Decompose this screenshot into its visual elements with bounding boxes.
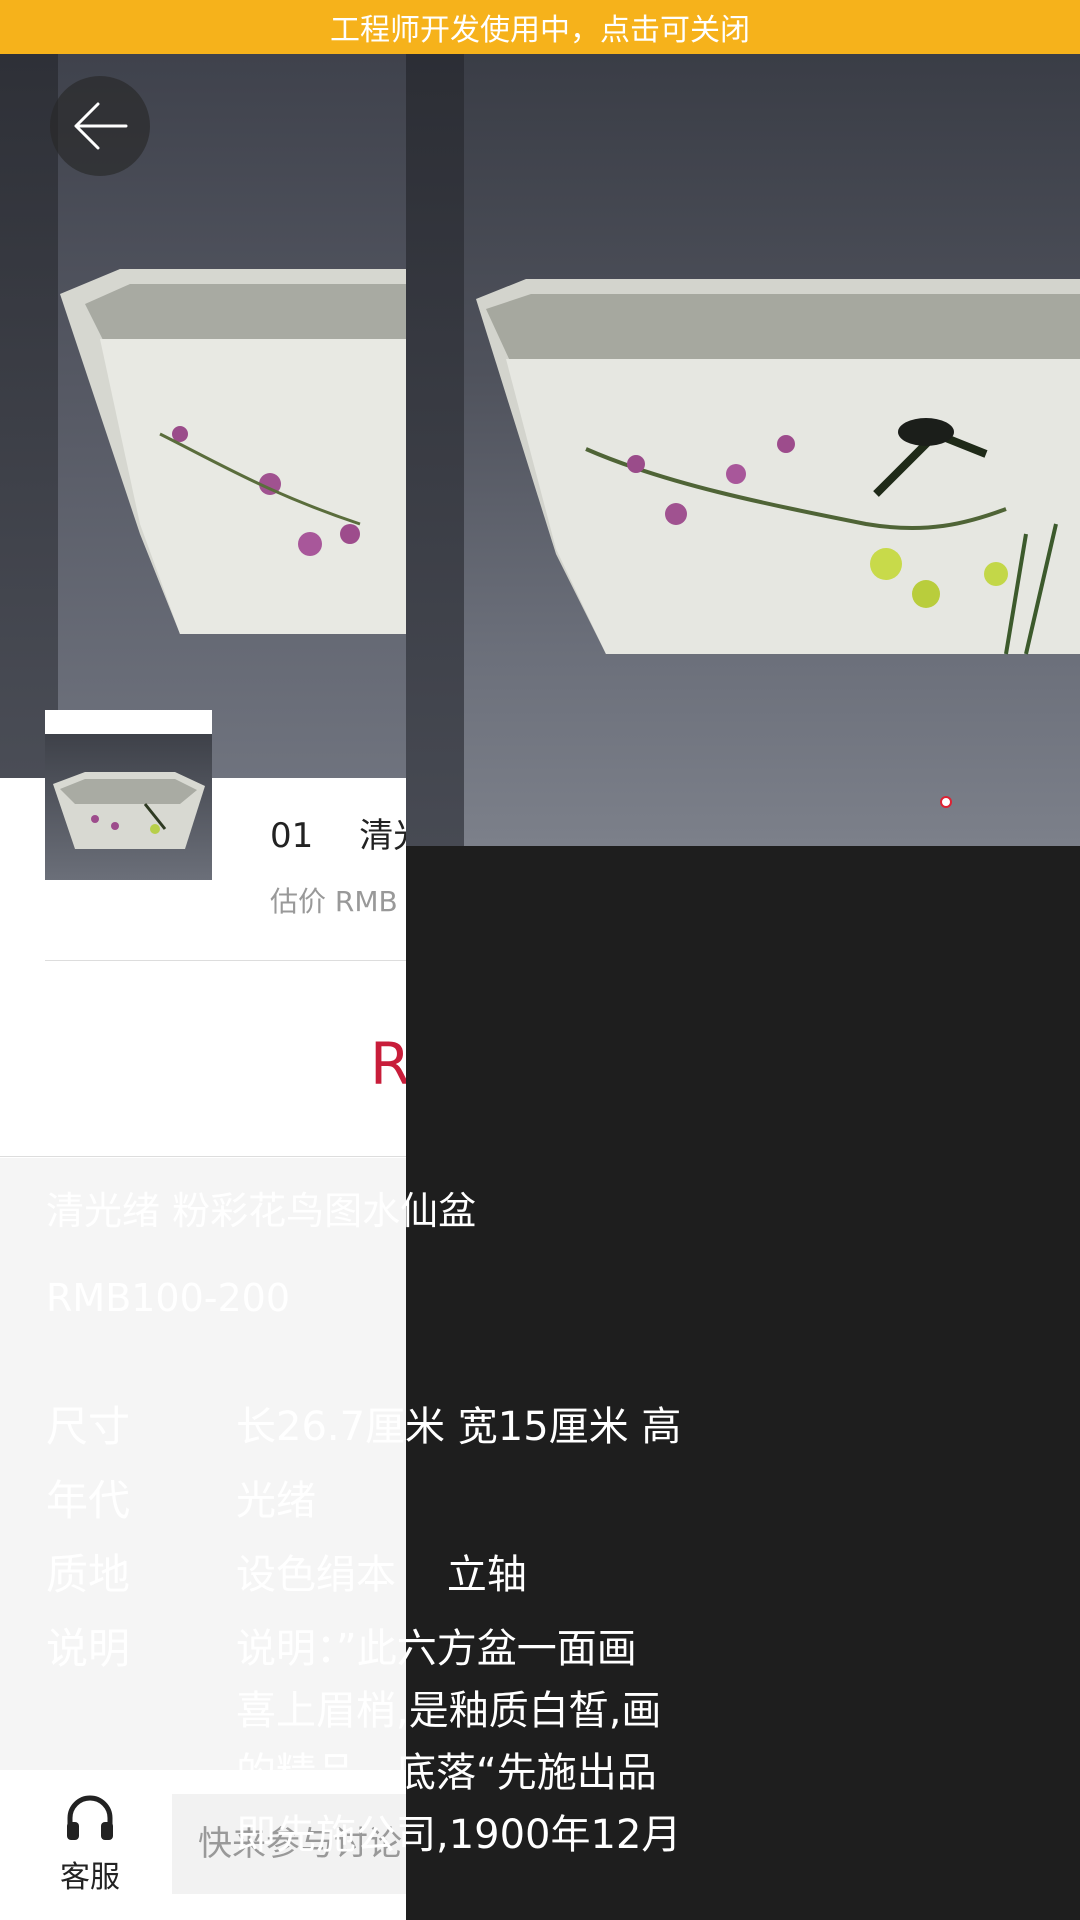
dev-mode-banner[interactable]: 工程师开发使用中，点击可关闭 [0, 0, 1080, 54]
thumbnail-basin-image [53, 772, 205, 849]
detail-lot-number: 01 [46, 1088, 95, 1132]
dev-banner-text: 工程师开发使用中，点击可关闭 [330, 13, 750, 48]
spec-value: 光绪 [236, 1478, 316, 1524]
spec-key: 年代 [46, 1476, 131, 1525]
spec-key: 说明 [46, 1624, 131, 1673]
description-line: 喜上眉梢,是釉质白皙,画 [236, 1688, 662, 1734]
lot-thumbnail[interactable] [45, 710, 212, 880]
spec-value: 长26.7厘米 宽15厘米 高 [236, 1404, 682, 1450]
porcelain-basin-image [476, 279, 1080, 655]
description-line: 的精品。底落“先施出品 [236, 1750, 657, 1796]
spec-key: 尺寸 [46, 1402, 131, 1451]
lot-estimate: 估价 RMB [270, 885, 398, 918]
description-text: 说明：”此六方盆一面画 喜上眉梢,是釉质白皙,画 的精品。底落“先施出品 即先施… [236, 1612, 681, 1866]
spec-row-size: 尺寸 长26.7厘米 宽15厘米 高 [46, 1390, 1080, 1464]
spec-key: 质地 [46, 1550, 131, 1599]
detail-spec-table: 尺寸 长26.7厘米 宽15厘米 高 年代 光绪 质地 设色绢本 立轴 说明 说… [46, 1390, 1080, 1866]
lot-number: 01 [270, 816, 314, 856]
detail-title: 清光绪 粉彩花鸟图水仙盆 [46, 1189, 477, 1233]
spec-row-material: 质地 设色绢本 立轴 [46, 1538, 1080, 1612]
carousel-indicator-dot [940, 796, 952, 808]
spec-row-description: 说明 说明：”此六方盆一面画 喜上眉梢,是釉质白皙,画 的精品。底落“先施出品 … [46, 1612, 1080, 1866]
spec-value: 设色绢本 立轴 [236, 1552, 527, 1598]
description-line: 说明：”此六方盆一面画 [236, 1626, 637, 1672]
detail-price: RMB100-200 [46, 1276, 291, 1320]
back-button[interactable] [50, 76, 150, 176]
lot-detail-image[interactable] [406, 54, 1080, 846]
description-line: 即先施公司,1900年12月 [236, 1812, 682, 1858]
spec-row-era: 年代 光绪 [46, 1464, 1080, 1538]
arrow-left-icon [74, 102, 128, 150]
price-highlight: R [370, 1030, 411, 1098]
